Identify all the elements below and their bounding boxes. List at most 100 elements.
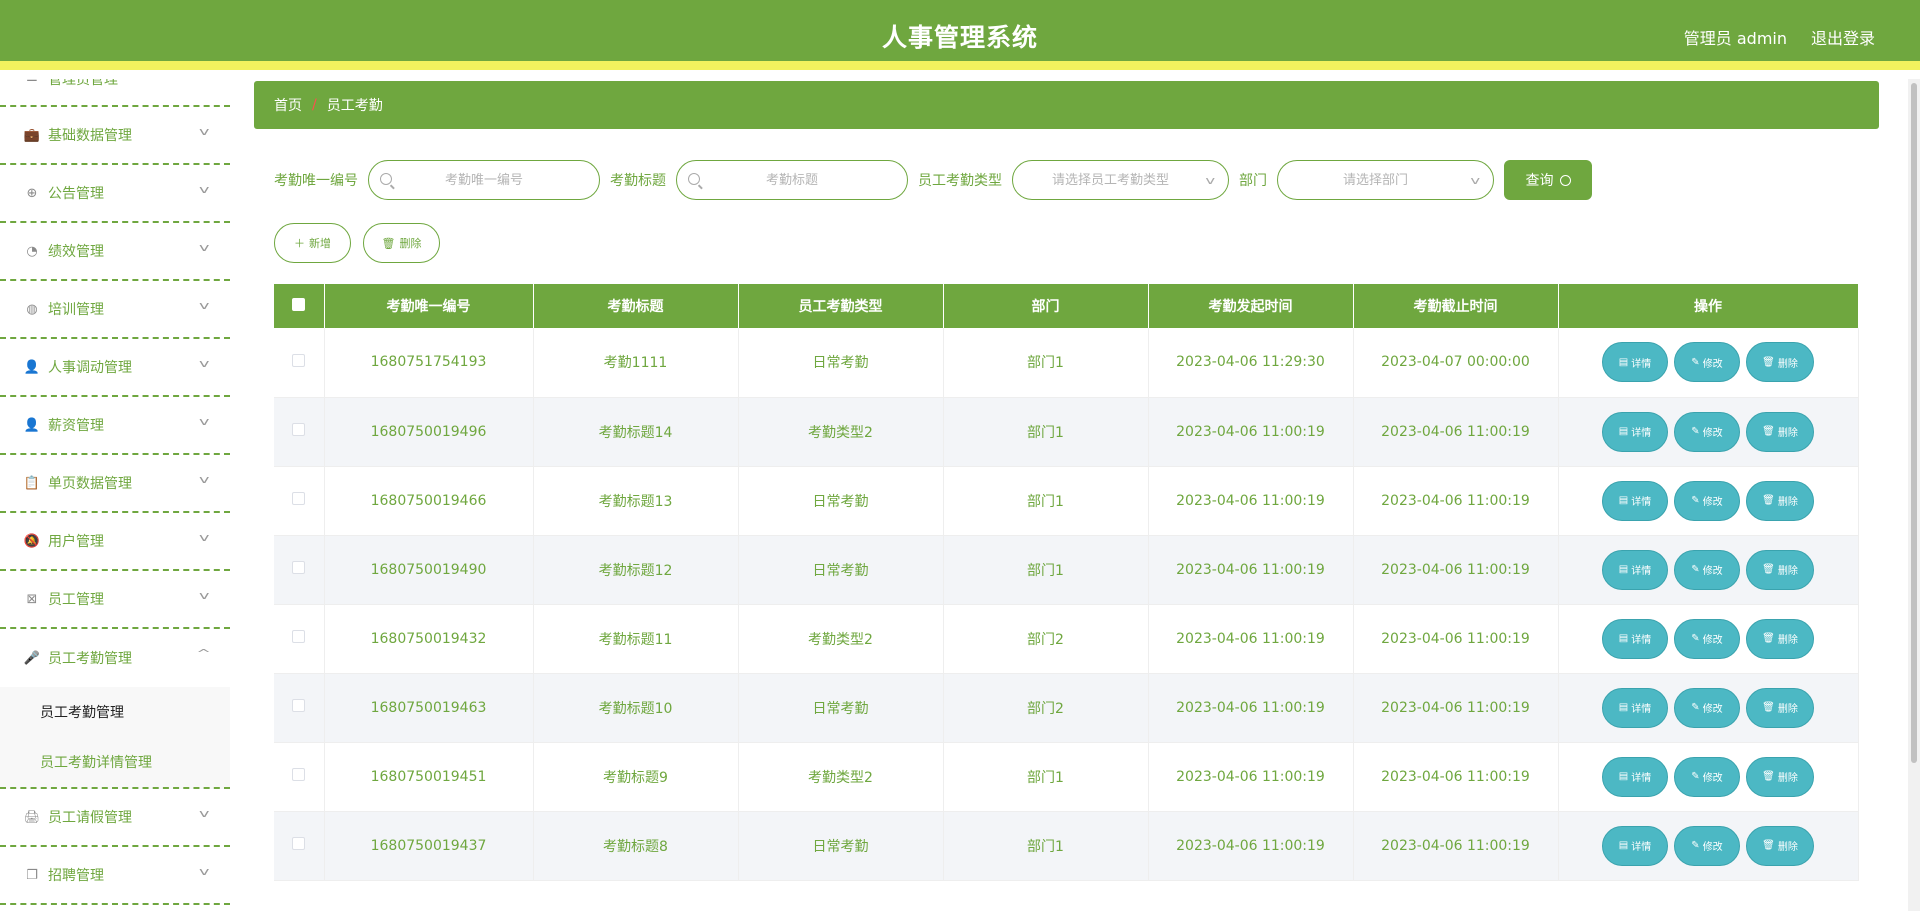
page-scrollbar[interactable]: [1908, 79, 1920, 911]
detail-button[interactable]: ▤ 详情: [1602, 549, 1668, 590]
sidebar-item[interactable]: 🔕 用户管理 v: [0, 513, 230, 571]
row-checkbox[interactable]: [292, 353, 306, 367]
delete-button[interactable]: 🗑 删除: [1746, 480, 1814, 521]
table-row[interactable]: 1680750019496 考勤标题14 考勤类型2 部门1 2023-04-06 11…: [274, 397, 1859, 467]
sidebar-item[interactable]: 📋 单页数据管理 v: [0, 455, 230, 513]
batch-delete-button[interactable]: 🗑 删除: [363, 223, 440, 263]
detail-button[interactable]: ▤ 详情: [1602, 342, 1668, 383]
search-input-title[interactable]: [677, 161, 907, 199]
detail-button-label: 详情: [1631, 842, 1652, 853]
document-icon: ▤: [1618, 564, 1629, 575]
user-filled-icon: 👤: [23, 417, 41, 433]
add-button[interactable]: ＋ 新增: [274, 223, 351, 263]
sidebar-item[interactable]: 👤 薪资管理 v: [0, 397, 230, 455]
select-attendance-type[interactable]: [1013, 161, 1228, 199]
sidebar-item[interactable]: 🎤 员工考勤管理 ^: [0, 629, 230, 687]
sidebar-item[interactable]: 👤 人事调动管理 v: [0, 339, 230, 397]
cell-id: 1680750019432: [324, 604, 534, 674]
row-checkbox[interactable]: [292, 837, 306, 850]
cell-start: 2023-04-06 11:00:19: [1148, 811, 1354, 881]
delete-button[interactable]: 🗑 删除: [1746, 549, 1814, 590]
table-row[interactable]: 1680750019451 考勤标题9 考勤类型2 部门1 2023-04-06 11:…: [274, 742, 1859, 812]
row-select-cell: [274, 604, 325, 674]
cell-operations: ▤ 详情 ✎ 修改 🗑 删除: [1558, 811, 1859, 881]
sidebar-item[interactable]: 🖨 员工请假管理 v: [0, 789, 230, 847]
cell-end: 2023-04-06 11:00:19: [1353, 604, 1559, 674]
delete-button-label: 删除: [1777, 497, 1798, 508]
detail-button-label: 详情: [1631, 358, 1652, 370]
breadcrumb-home[interactable]: 首页: [274, 95, 302, 115]
cell-operations: ▤ 详情 ✎ 修改 🗑 删除: [1558, 466, 1859, 536]
row-checkbox[interactable]: [292, 630, 306, 643]
table-row[interactable]: 1680750019432 考勤标题11 考勤类型2 部门2 2023-04-06 11…: [274, 604, 1859, 674]
edit-button-label: 修改: [1702, 566, 1723, 577]
delete-button[interactable]: 🗑 删除: [1746, 618, 1814, 659]
edit-button[interactable]: ✎ 修改: [1674, 411, 1740, 452]
edit-button-label: 修改: [1702, 497, 1723, 508]
select-department[interactable]: [1278, 161, 1493, 199]
detail-button[interactable]: ▤ 详情: [1602, 756, 1668, 797]
column-header[interactable]: 考勤截止时间: [1353, 284, 1559, 328]
table-row[interactable]: 1680751754193 考勤1111 日常考勤 部门1 2023-04-06 11:…: [274, 328, 1859, 398]
sidebar-item[interactable]: ◔ 绩效管理 v: [0, 223, 230, 281]
edit-button[interactable]: ✎ 修改: [1674, 825, 1740, 866]
column-header[interactable]: 考勤标题: [533, 284, 739, 328]
table-row[interactable]: 1680750019466 考勤标题13 日常考勤 部门1 2023-04-06 11:…: [274, 466, 1859, 536]
sidebar-item[interactable]: ◍ 培训管理 v: [0, 281, 230, 339]
edit-button[interactable]: ✎ 修改: [1674, 549, 1740, 590]
delete-button[interactable]: 🗑 删除: [1746, 342, 1814, 383]
delete-button[interactable]: 🗑 删除: [1746, 687, 1814, 728]
delete-button[interactable]: 🗑 删除: [1746, 825, 1814, 866]
edit-button[interactable]: ✎ 修改: [1674, 618, 1740, 659]
submenu-item-attendance-detail[interactable]: 员工考勤详情管理: [0, 737, 230, 787]
edit-button[interactable]: ✎ 修改: [1674, 342, 1740, 383]
delete-button[interactable]: 🗑 删除: [1746, 756, 1814, 797]
select-all-cell: [274, 284, 325, 328]
chevron-down-icon: v: [199, 357, 210, 370]
column-header[interactable]: 考勤唯一编号: [324, 284, 534, 328]
logout-button[interactable]: 退出登录: [1811, 25, 1875, 49]
detail-button[interactable]: ▤ 详情: [1602, 687, 1668, 728]
cell-title: 考勤1111: [533, 328, 739, 398]
sidebar-item[interactable]: ⊠ 员工管理 v: [0, 571, 230, 629]
row-checkbox[interactable]: [292, 423, 306, 436]
edit-button[interactable]: ✎ 修改: [1674, 756, 1740, 797]
scrollbar-thumb[interactable]: [1911, 83, 1917, 763]
delete-box-icon: ⊠: [26, 591, 38, 607]
row-checkbox[interactable]: [292, 561, 306, 574]
detail-button[interactable]: ▤ 详情: [1602, 411, 1668, 452]
edit-button[interactable]: ✎ 修改: [1674, 687, 1740, 728]
current-user: 管理员 admin: [1683, 29, 1787, 48]
document-icon: ▤: [1618, 702, 1629, 713]
sidebar-item[interactable]: ⊕ 公告管理 v: [0, 165, 230, 223]
cell-type: 日常考勤: [738, 328, 944, 398]
column-header[interactable]: 考勤发起时间: [1148, 284, 1354, 328]
search-input-id[interactable]: [369, 161, 599, 199]
main-content: 首页 / 员工考勤 考勤唯一编号 考勤标题 员工考勤类型 v 部门 v 查询: [230, 79, 1920, 911]
detail-button[interactable]: ▤ 详情: [1602, 618, 1668, 659]
detail-button[interactable]: ▤ 详情: [1602, 480, 1668, 521]
delete-button[interactable]: 🗑 删除: [1746, 411, 1814, 452]
detail-button[interactable]: ▤ 详情: [1602, 825, 1668, 866]
row-checkbox[interactable]: [292, 699, 306, 712]
chevron-down-icon: v: [199, 531, 210, 544]
batch-delete-label: 删除: [399, 237, 422, 250]
gauge-icon: ◔: [26, 243, 38, 259]
row-checkbox[interactable]: [292, 492, 306, 505]
select-all-checkbox[interactable]: [292, 297, 306, 311]
sidebar-item[interactable]: 💼 基础数据管理 v: [0, 107, 230, 165]
row-checkbox[interactable]: [292, 768, 306, 781]
chevron-down-icon: v: [199, 299, 210, 312]
sidebar-item-label: 公告管理: [48, 186, 104, 202]
edit-button[interactable]: ✎ 修改: [1674, 480, 1740, 521]
table-row[interactable]: 1680750019437 考勤标题8 日常考勤 部门1 2023-04-06 11:0…: [274, 811, 1859, 881]
column-header[interactable]: 员工考勤类型: [738, 284, 944, 328]
cell-dept: 部门1: [943, 811, 1149, 881]
column-header[interactable]: 部门: [943, 284, 1149, 328]
table-row[interactable]: 1680750019490 考勤标题12 日常考勤 部门1 2023-04-06 11:…: [274, 535, 1859, 605]
submenu-item-attendance[interactable]: 员工考勤管理: [0, 687, 230, 737]
sidebar-item[interactable]: ❐ 招聘管理 v: [0, 847, 230, 905]
query-button[interactable]: 查询: [1504, 160, 1592, 200]
sidebar-item-admin[interactable]: ☰ 管理员管理: [0, 79, 230, 107]
table-row[interactable]: 1680750019463 考勤标题10 日常考勤 部门2 2023-04-06 11:…: [274, 673, 1859, 743]
